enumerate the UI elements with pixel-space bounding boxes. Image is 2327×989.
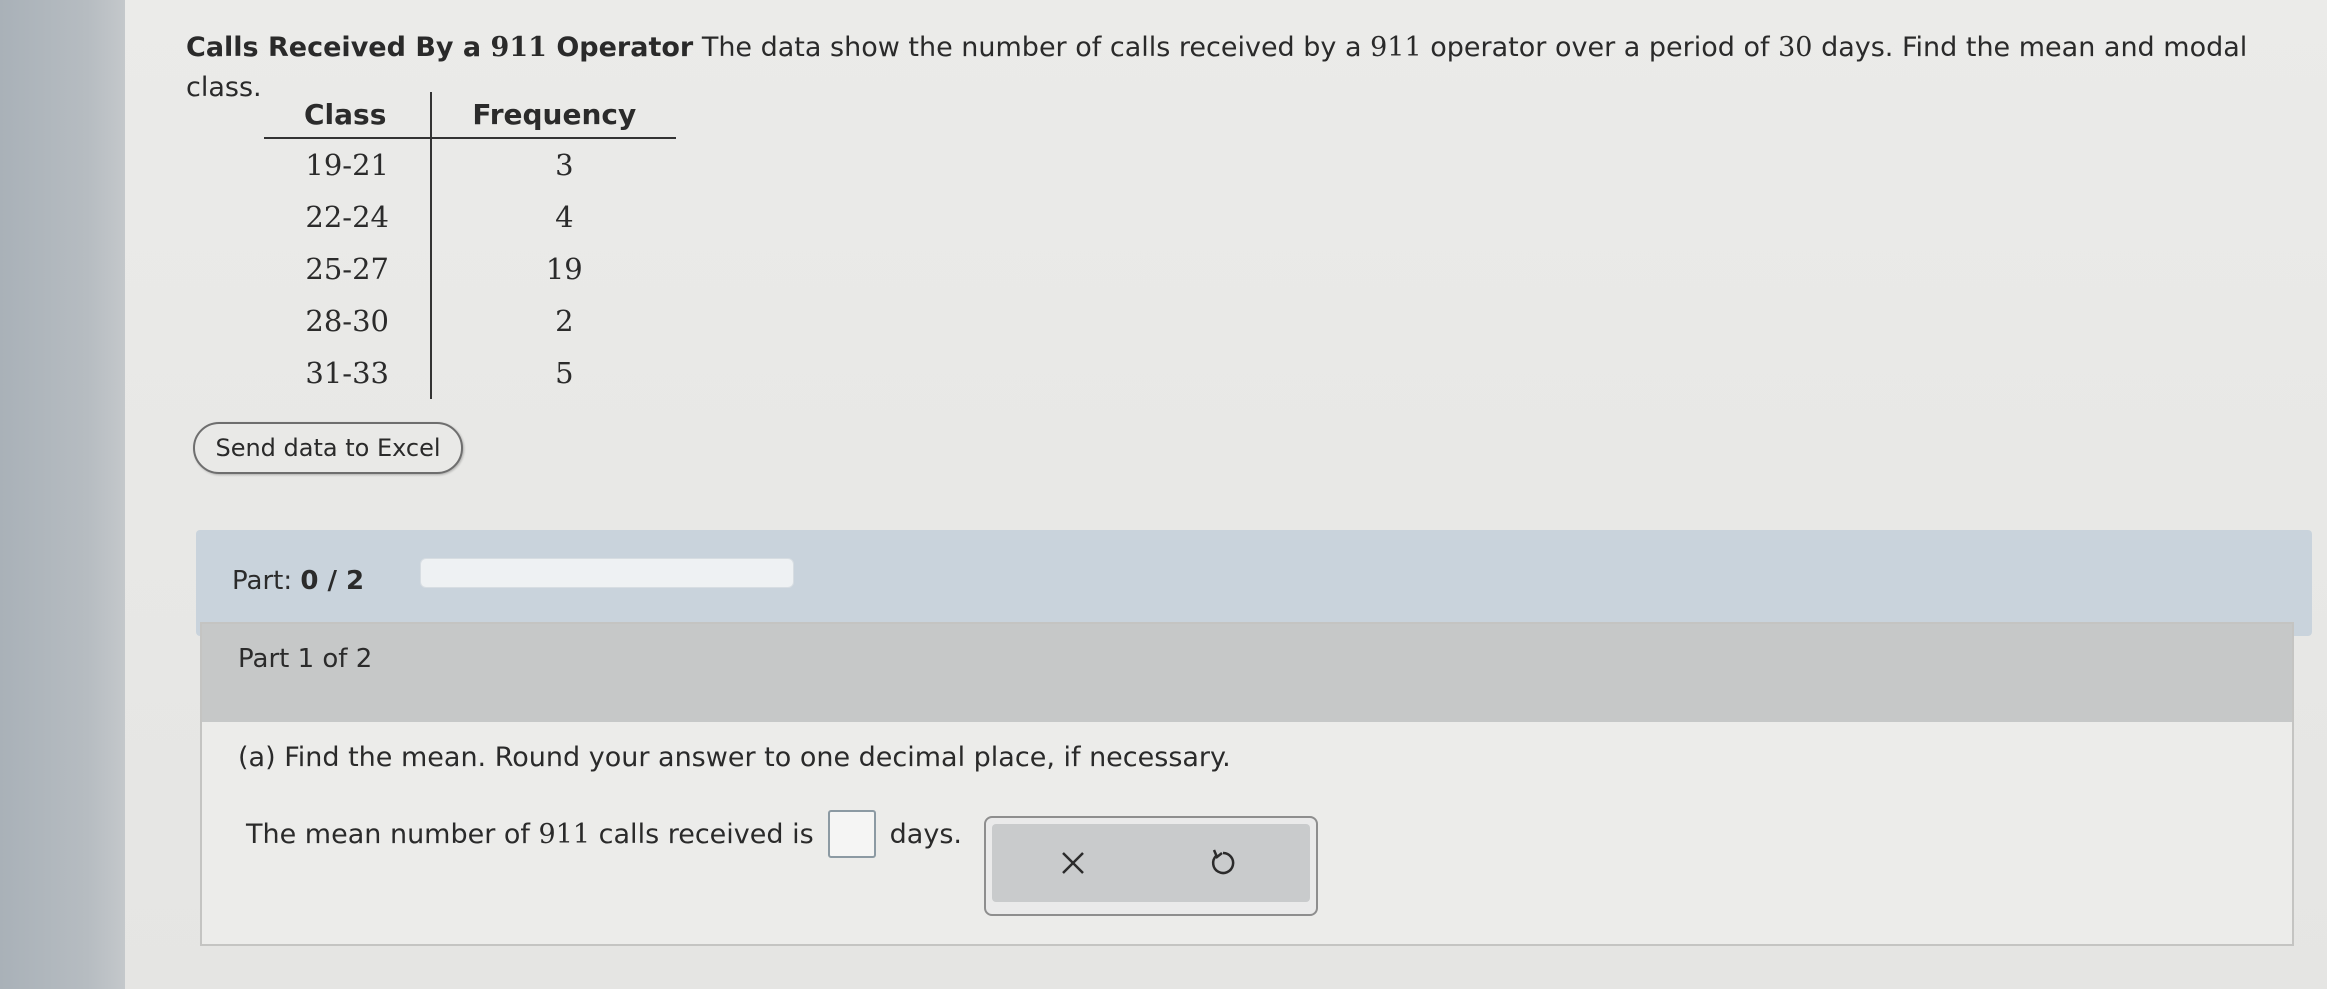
part-progress-bar: Part: 0 / 2 bbox=[196, 530, 2312, 636]
part-header-label: Part 1 of 2 bbox=[238, 644, 373, 674]
progress-track bbox=[420, 558, 794, 588]
question-text: (a) Find the mean. Round your answer to … bbox=[238, 742, 1231, 773]
part-progress-label: Part: 0 / 2 bbox=[232, 566, 365, 596]
answer-mid: calls received is bbox=[598, 818, 814, 850]
answer-number: 911 bbox=[538, 818, 591, 850]
table-row: 31-33 5 bbox=[264, 347, 676, 399]
table-row: 22-24 4 bbox=[264, 191, 676, 243]
answer-prefix: The mean number of bbox=[246, 818, 530, 850]
undo-button[interactable] bbox=[1198, 838, 1248, 888]
send-data-to-excel-button[interactable]: Send data to Excel bbox=[193, 422, 463, 474]
frequency-cell: 4 bbox=[555, 200, 574, 234]
table-row: 28-30 2 bbox=[264, 295, 676, 347]
frequency-cell: 5 bbox=[555, 356, 574, 390]
frequency-cell: 19 bbox=[545, 252, 583, 286]
frequency-cell: 2 bbox=[555, 304, 574, 338]
table-row: 25-27 19 bbox=[264, 243, 676, 295]
answer-suffix: days. bbox=[889, 818, 962, 850]
header-frequency: Frequency bbox=[431, 92, 677, 139]
answer-line: The mean number of 911 calls received is… bbox=[246, 810, 962, 858]
problem-title: Calls Received By a 911 Operator bbox=[186, 32, 694, 63]
class-cell: 25-27 bbox=[264, 243, 433, 295]
frequency-cell: 3 bbox=[555, 148, 574, 182]
class-cell: 31-33 bbox=[264, 347, 433, 399]
close-icon bbox=[1062, 852, 1084, 874]
class-cell: 22-24 bbox=[264, 191, 433, 243]
clear-button[interactable] bbox=[1048, 838, 1098, 888]
table-row: 19-21 3 bbox=[264, 138, 676, 191]
part-header: Part 1 of 2 bbox=[202, 624, 2292, 722]
left-margin-strip bbox=[0, 0, 125, 989]
tools-panel bbox=[992, 824, 1310, 902]
undo-icon bbox=[1211, 849, 1235, 875]
frequency-table: Class Frequency 19-21 3 22-24 4 25-27 19… bbox=[264, 92, 677, 399]
class-cell: 28-30 bbox=[264, 295, 433, 347]
part-card: Part 1 of 2 (a) Find the mean. Round you… bbox=[200, 622, 2294, 946]
header-class: Class bbox=[264, 92, 433, 139]
class-cell: 19-21 bbox=[264, 138, 433, 191]
answer-tools bbox=[984, 816, 1318, 916]
mean-answer-input[interactable] bbox=[827, 810, 876, 858]
